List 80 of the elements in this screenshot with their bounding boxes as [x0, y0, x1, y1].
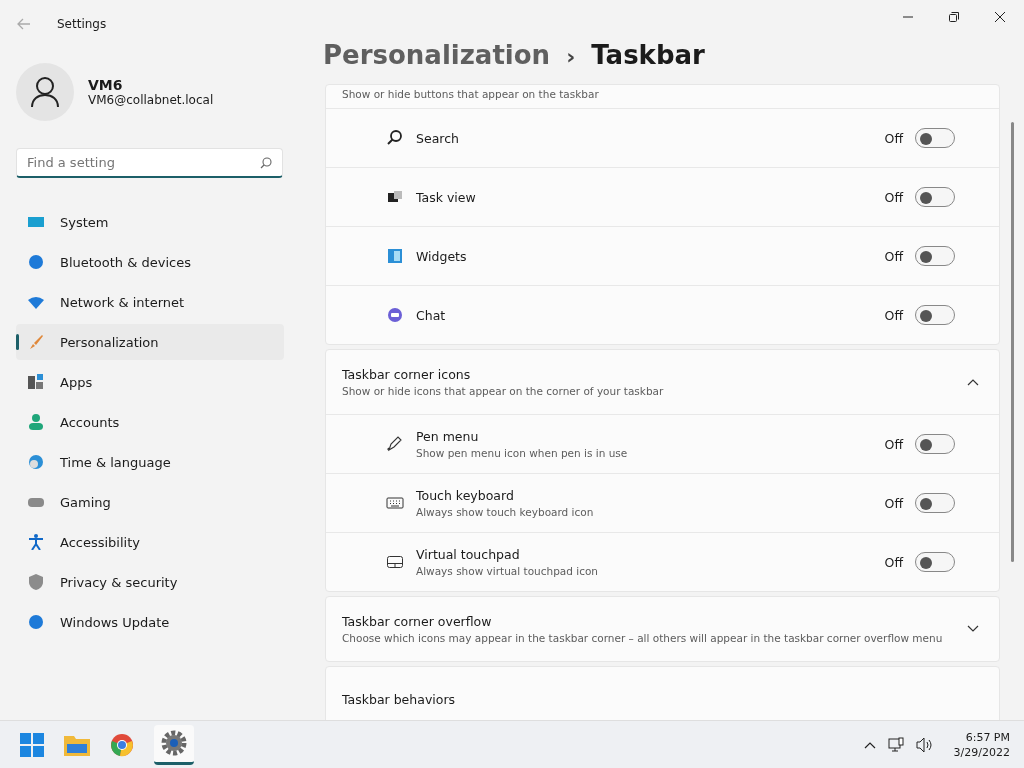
sidebar-item[interactable]: System	[16, 204, 284, 240]
category-icon	[28, 374, 44, 390]
sidebar-item[interactable]: Accounts	[16, 404, 284, 440]
sidebar-item[interactable]: Apps	[16, 364, 284, 400]
category-icon	[28, 334, 44, 350]
clock-date[interactable]: 3/29/2022	[953, 745, 1010, 759]
network-icon[interactable]	[887, 736, 904, 753]
section-title: Taskbar behaviors	[342, 691, 456, 707]
toggle-switch[interactable]	[915, 552, 955, 572]
widgets-icon	[386, 247, 404, 265]
category-icon	[28, 534, 44, 550]
category-icon	[28, 614, 44, 630]
toggle-switch[interactable]	[915, 128, 955, 148]
sidebar-item[interactable]: Bluetooth & devices	[16, 244, 284, 280]
clock-time[interactable]: 6:57 PM	[965, 730, 1010, 744]
setting-label: Chat	[416, 307, 447, 323]
chevron-up-icon[interactable]	[863, 740, 876, 749]
section-description: Show or hide buttons that appear on the taskbar	[342, 88, 599, 100]
sidebar-item[interactable]: Network & internet	[16, 284, 284, 320]
breadcrumb-parent[interactable]: Personalization	[323, 40, 551, 70]
user-name: VM6	[88, 77, 124, 93]
section-title: Taskbar corner icons	[342, 367, 472, 382]
chat-icon	[386, 306, 404, 324]
sidebar-item[interactable]: Privacy & security	[16, 564, 284, 600]
setting-label: Touch keyboard	[416, 488, 515, 503]
chevron-up-icon[interactable]	[967, 378, 979, 386]
toggle-state-label: Off	[884, 495, 903, 511]
toggle-switch[interactable]	[915, 434, 955, 454]
sidebar-item[interactable]: Gaming	[16, 484, 284, 520]
folder-icon[interactable]	[64, 733, 90, 756]
close-icon[interactable]	[994, 11, 1006, 23]
user-email: VM6@collabnet.local	[88, 93, 214, 107]
category-icon	[28, 454, 44, 470]
page-title: Taskbar	[591, 40, 705, 70]
setting-label: Task view	[416, 189, 477, 205]
category-icon	[28, 574, 44, 590]
keyboard-icon	[386, 494, 404, 512]
pen-icon	[386, 435, 404, 453]
touchpad-icon	[386, 553, 404, 571]
category-icon	[28, 294, 44, 310]
maximize-icon[interactable]	[948, 11, 960, 23]
sidebar-item[interactable]: Accessibility	[16, 524, 284, 560]
breadcrumb-separator: ›	[566, 44, 576, 69]
toggle-switch[interactable]	[915, 493, 955, 513]
window-title: Settings	[57, 17, 107, 31]
toggle-state-label: Off	[884, 307, 903, 323]
setting-label: Virtual touchpad	[416, 547, 521, 562]
section-title: Taskbar corner overflow	[342, 614, 493, 629]
toggle-state-label: Off	[884, 189, 903, 205]
start-icon[interactable]	[20, 732, 44, 757]
category-icon	[28, 214, 44, 230]
setting-description: Show pen menu icon when pen is in use	[416, 447, 629, 459]
toggle-state-label: Off	[884, 248, 903, 264]
toggle-switch[interactable]	[915, 187, 955, 207]
setting-description: Always show touch keyboard icon	[416, 506, 595, 518]
setting-label: Search	[416, 130, 460, 146]
chevron-down-icon[interactable]	[967, 625, 979, 633]
sidebar-item[interactable]: Windows Update	[16, 604, 284, 640]
section-description: Show or hide icons that appear on the corner of your taskbar	[342, 385, 664, 397]
gear-icon	[161, 730, 187, 756]
browser-icon[interactable]	[110, 732, 134, 757]
section-description: Choose which icons may appear in the taskbar corner – all others will appear in the taskbar corner overflow menu	[342, 632, 943, 644]
search-icon	[260, 157, 272, 169]
category-icon	[28, 254, 44, 270]
scrollbar-thumb[interactable]	[1010, 122, 1014, 562]
speaker-icon[interactable]	[915, 736, 934, 753]
setting-label: Widgets	[416, 248, 468, 264]
toggle-switch[interactable]	[915, 305, 955, 325]
sidebar-item[interactable]: Personalization	[16, 324, 284, 360]
toggle-state-label: Off	[884, 436, 903, 452]
search-field[interactable]: Find a setting	[16, 148, 283, 178]
toggle-state-label: Off	[884, 554, 903, 570]
settings-app-button[interactable]	[154, 724, 194, 765]
search-icon	[386, 129, 404, 147]
setting-label: Pen menu	[416, 429, 480, 444]
setting-description: Always show virtual touchpad icon	[416, 565, 600, 577]
toggle-state-label: Off	[884, 130, 903, 146]
toggle-switch[interactable]	[915, 246, 955, 266]
sidebar-item[interactable]: Time & language	[16, 444, 284, 480]
category-icon	[28, 414, 44, 430]
